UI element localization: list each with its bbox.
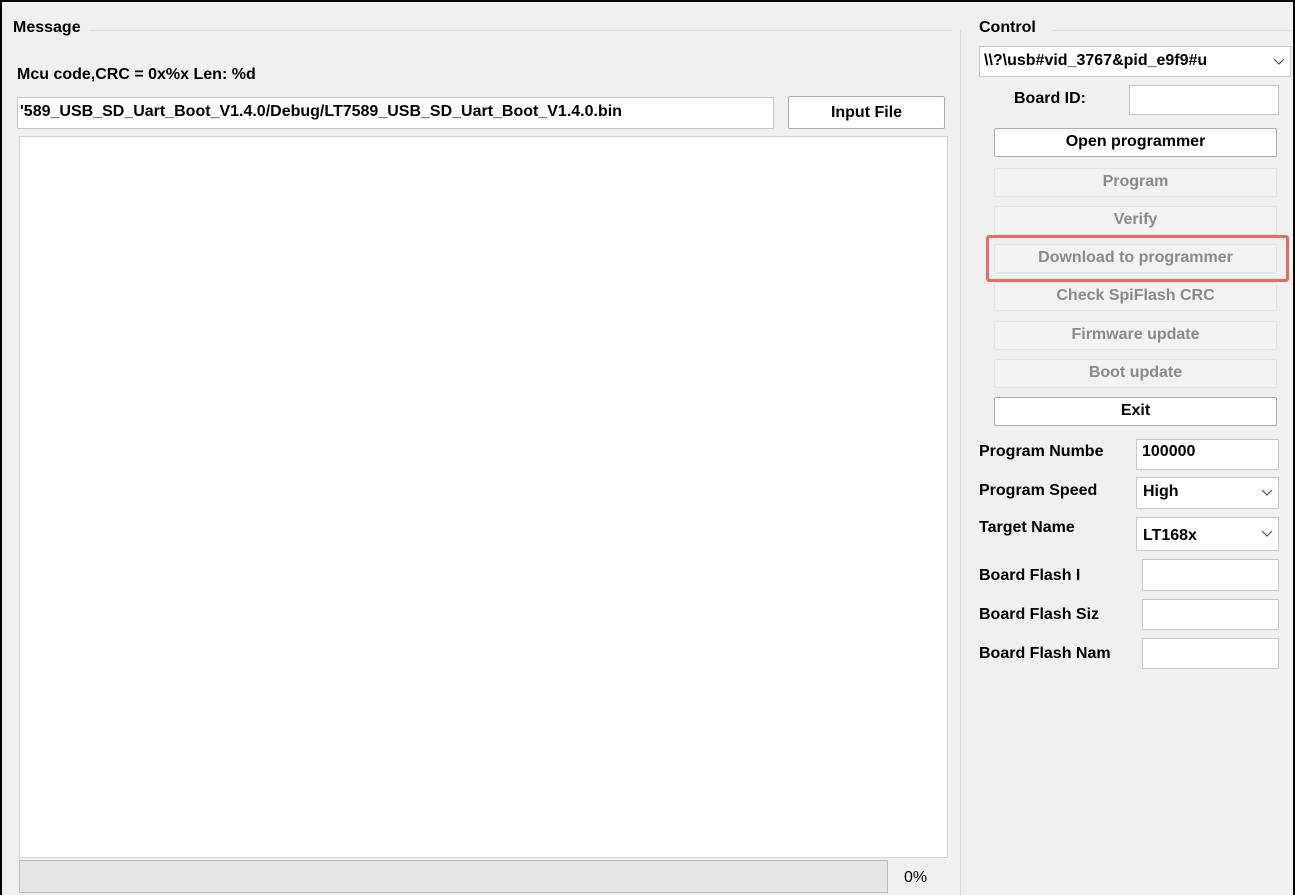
input-file-button[interactable]: Input File [788,96,945,129]
board-flash-size-field[interactable] [1142,599,1279,630]
boot-update-button[interactable]: Boot update [994,359,1277,388]
message-group-border [90,30,952,31]
progress-percent: 0% [904,869,928,886]
message-log[interactable] [19,136,948,858]
control-group-title: Control [979,19,1036,36]
program-number-field[interactable]: 100000 [1136,439,1279,470]
chevron-down-icon [1258,478,1276,508]
program-speed-label: Program Speed [979,482,1098,499]
crc-label: Mcu code,CRC = 0x%x Len: %d [17,66,256,83]
target-name-label: Target Name [979,519,1075,536]
firmware-update-button[interactable]: Firmware update [994,321,1277,350]
board-id-label: Board ID: [1014,90,1086,107]
app-window: Message Mcu code,CRC = 0x%x Len: %d '589… [0,0,1295,895]
program-number-label: Program Numbe [979,443,1104,460]
chevron-down-icon [1258,518,1276,550]
highlight-box [986,235,1289,282]
board-flash-id-label: Board Flash I [979,567,1081,584]
chevron-down-icon [1270,47,1288,76]
file-path-field[interactable]: '589_USB_SD_Uart_Boot_V1.4.0/Debug/LT758… [17,97,774,129]
target-name-select[interactable]: LT168x [1136,517,1279,551]
device-select-value: \\?\usb#vid_3767&pid_e9f9#u [984,52,1208,69]
board-id-field[interactable] [1129,85,1279,115]
check-spiflash-crc-button[interactable]: Check SpiFlash CRC [994,282,1277,311]
exit-button[interactable]: Exit [994,397,1277,426]
verify-button[interactable]: Verify [994,206,1277,235]
control-group-border [1052,30,1293,31]
board-flash-name-field[interactable] [1142,638,1279,669]
board-flash-name-label: Board Flash Nam [979,645,1111,662]
open-programmer-button[interactable]: Open programmer [994,128,1277,157]
program-button[interactable]: Program [994,168,1277,197]
device-select[interactable]: \\?\usb#vid_3767&pid_e9f9#u [979,46,1291,77]
board-flash-id-field[interactable] [1142,559,1279,591]
message-group-title: Message [13,19,81,36]
program-speed-select[interactable]: High [1136,477,1279,509]
progress-bar [19,860,888,893]
target-name-value: LT168x [1143,527,1197,544]
program-speed-value: High [1143,483,1179,500]
group-divider [960,30,961,895]
board-flash-size-label: Board Flash Siz [979,606,1100,623]
